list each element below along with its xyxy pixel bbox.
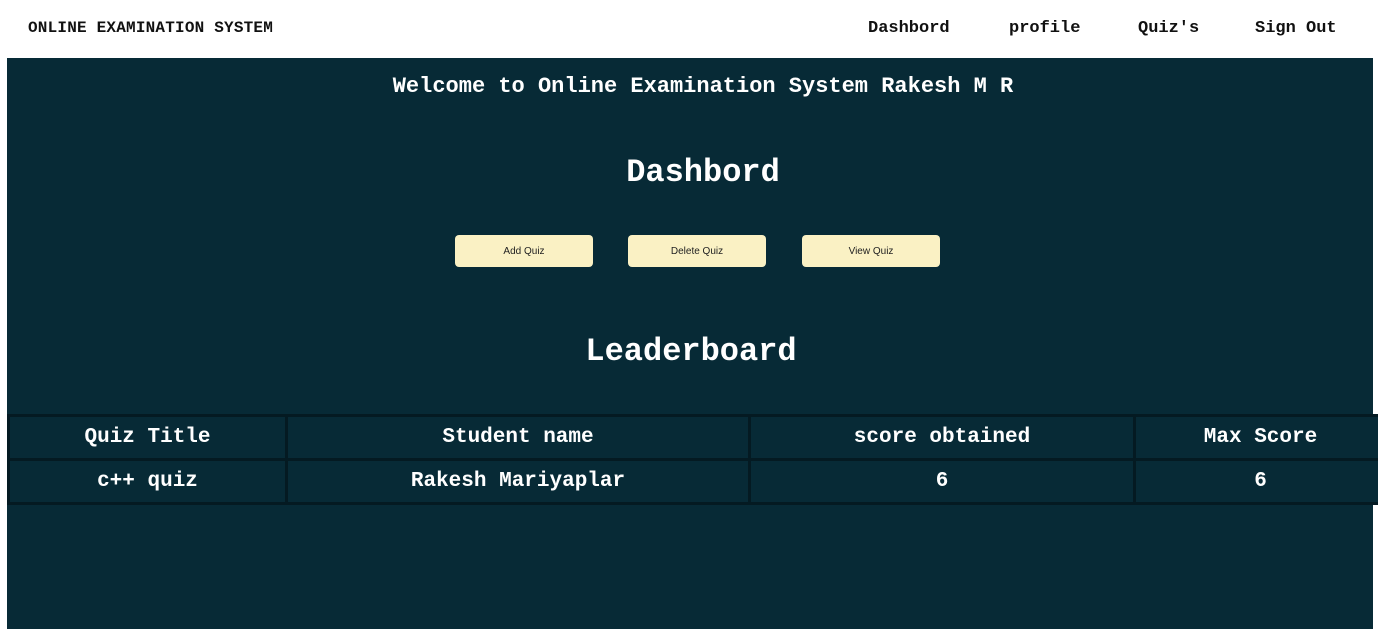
nav-link-quizzes[interactable]: Quiz's [1138,19,1199,38]
main-content: Welcome to Online Examination System Rak… [7,58,1378,629]
leaderboard-table: Quiz Title Student name score obtained M… [7,414,1378,505]
add-quiz-button[interactable]: Add Quiz [455,235,593,267]
cell-student-name: Rakesh Mariyaplar [285,458,751,505]
view-quiz-button[interactable]: View Quiz [802,235,940,267]
column-header-score-obtained: score obtained [748,414,1136,461]
cell-quiz-title: c++ quiz [7,458,288,505]
column-header-quiz-title: Quiz Title [7,414,288,461]
brand-title: ONLINE EXAMINATION SYSTEM [28,19,274,37]
table-header-row: Quiz Title Student name score obtained M… [7,414,1378,461]
nav-link-dashboard[interactable]: Dashbord [868,19,950,38]
table-row: c++ quiz Rakesh Mariyaplar 6 6 [7,458,1378,505]
top-navbar: ONLINE EXAMINATION SYSTEM Dashbord profi… [0,0,1378,58]
column-header-student-name: Student name [285,414,751,461]
page: ONLINE EXAMINATION SYSTEM Dashbord profi… [0,0,1378,629]
leaderboard-heading: Leaderboard [585,333,797,370]
nav-link-sign-out[interactable]: Sign Out [1255,19,1337,38]
delete-quiz-button[interactable]: Delete Quiz [628,235,766,267]
cell-max-score: 6 [1133,458,1378,505]
cell-score-obtained: 6 [748,458,1136,505]
dashboard-heading: Dashbord [626,154,780,191]
column-header-max-score: Max Score [1133,414,1378,461]
nav-link-profile[interactable]: profile [1009,19,1080,38]
welcome-message: Welcome to Online Examination System Rak… [392,74,1014,99]
